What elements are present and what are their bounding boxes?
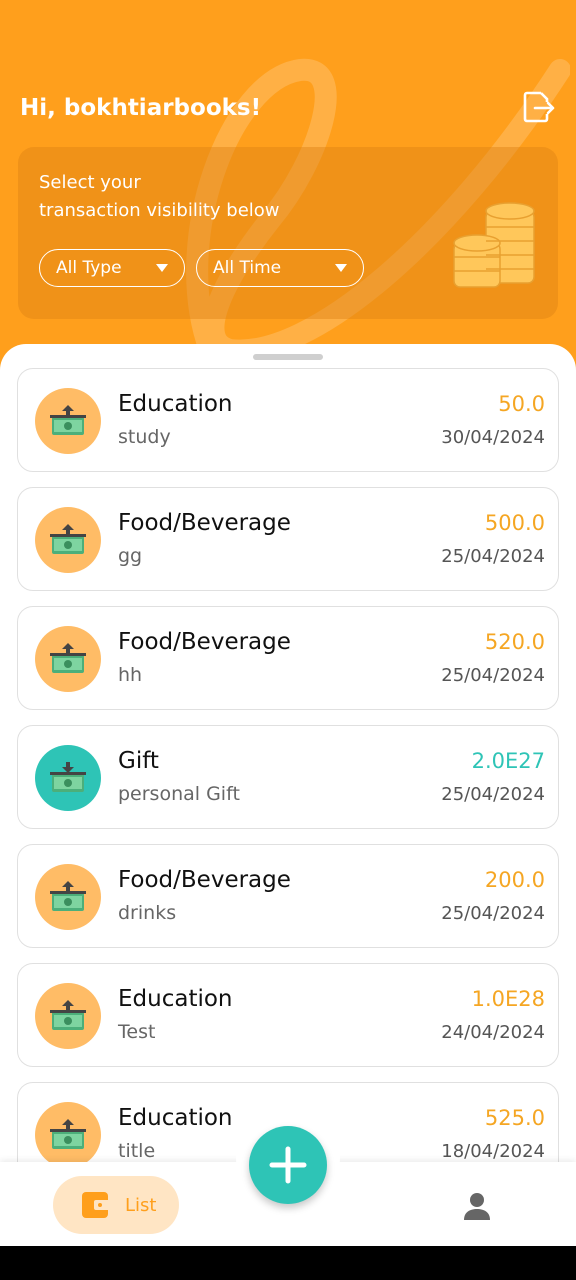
money-out-icon [35, 983, 101, 1049]
transaction-note: Test [118, 1021, 156, 1043]
transaction-amount: 200.0 [484, 868, 545, 892]
transaction-item[interactable]: Food/Beverage drinks 200.0 25/04/2024 [17, 844, 559, 948]
person-icon[interactable] [460, 1190, 494, 1222]
transaction-note: gg [118, 545, 143, 567]
chevron-down-icon [156, 264, 168, 272]
transaction-amount: 525.0 [484, 1106, 545, 1130]
transaction-date: 18/04/2024 [441, 1141, 545, 1162]
logout-icon[interactable] [520, 89, 556, 125]
money-out-icon [35, 864, 101, 930]
transaction-category: Education [118, 986, 233, 1012]
transaction-category: Education [118, 391, 233, 417]
money-out-icon [35, 626, 101, 692]
transaction-date: 25/04/2024 [441, 546, 545, 567]
transaction-amount: 50.0 [498, 392, 545, 416]
transaction-amount: 520.0 [484, 630, 545, 654]
transaction-item[interactable]: Food/Beverage gg 500.0 25/04/2024 [17, 487, 559, 591]
transaction-date: 24/04/2024 [441, 1022, 545, 1043]
transaction-category: Food/Beverage [118, 629, 291, 655]
transaction-note: personal Gift [118, 783, 240, 805]
coins-icon [453, 202, 535, 288]
wallet-icon [82, 1192, 110, 1218]
transaction-note: hh [118, 664, 143, 686]
transaction-date: 25/04/2024 [441, 903, 545, 924]
filter-title: Select your transaction visibility below [39, 172, 280, 221]
greeting-text: Hi, bokhtiarbooks! [20, 95, 262, 121]
transaction-date: 25/04/2024 [441, 784, 545, 805]
transaction-item[interactable]: Education study 50.0 30/04/2024 [17, 368, 559, 472]
filter-card: Select your transaction visibility below… [18, 147, 558, 319]
time-filter-label: All Time [213, 258, 282, 278]
system-navigation-bar [0, 1246, 576, 1280]
time-filter-dropdown[interactable]: All Time [196, 249, 364, 287]
transaction-item[interactable]: Food/Beverage hh 520.0 25/04/2024 [17, 606, 559, 710]
type-filter-dropdown[interactable]: All Type [39, 249, 185, 287]
transaction-note: study [118, 426, 171, 448]
transaction-category: Education [118, 1105, 233, 1131]
money-in-icon [35, 745, 101, 811]
transaction-date: 30/04/2024 [441, 427, 545, 448]
transaction-amount: 1.0E28 [471, 987, 545, 1011]
transaction-note: title [118, 1140, 156, 1162]
transaction-note: drinks [118, 902, 177, 924]
sheet-handle[interactable] [253, 354, 323, 360]
header: Hi, bokhtiarbooks! Select your transacti… [0, 0, 576, 380]
money-out-icon [35, 507, 101, 573]
nav-list-button[interactable]: List [53, 1176, 179, 1234]
transaction-date: 25/04/2024 [441, 665, 545, 686]
transaction-item[interactable]: Gift personal Gift 2.0E27 25/04/2024 [17, 725, 559, 829]
nav-list-label: List [125, 1194, 157, 1216]
chevron-down-icon [335, 264, 347, 272]
transaction-amount: 2.0E27 [471, 749, 545, 773]
transaction-category: Food/Beverage [118, 510, 291, 536]
transaction-amount: 500.0 [484, 511, 545, 535]
transaction-category: Gift [118, 748, 159, 774]
type-filter-label: All Type [56, 258, 122, 278]
money-out-icon [35, 1102, 101, 1168]
add-transaction-button[interactable] [249, 1126, 327, 1204]
transaction-item[interactable]: Education Test 1.0E28 24/04/2024 [17, 963, 559, 1067]
transaction-category: Food/Beverage [118, 867, 291, 893]
money-out-icon [35, 388, 101, 454]
plus-icon [269, 1146, 307, 1184]
